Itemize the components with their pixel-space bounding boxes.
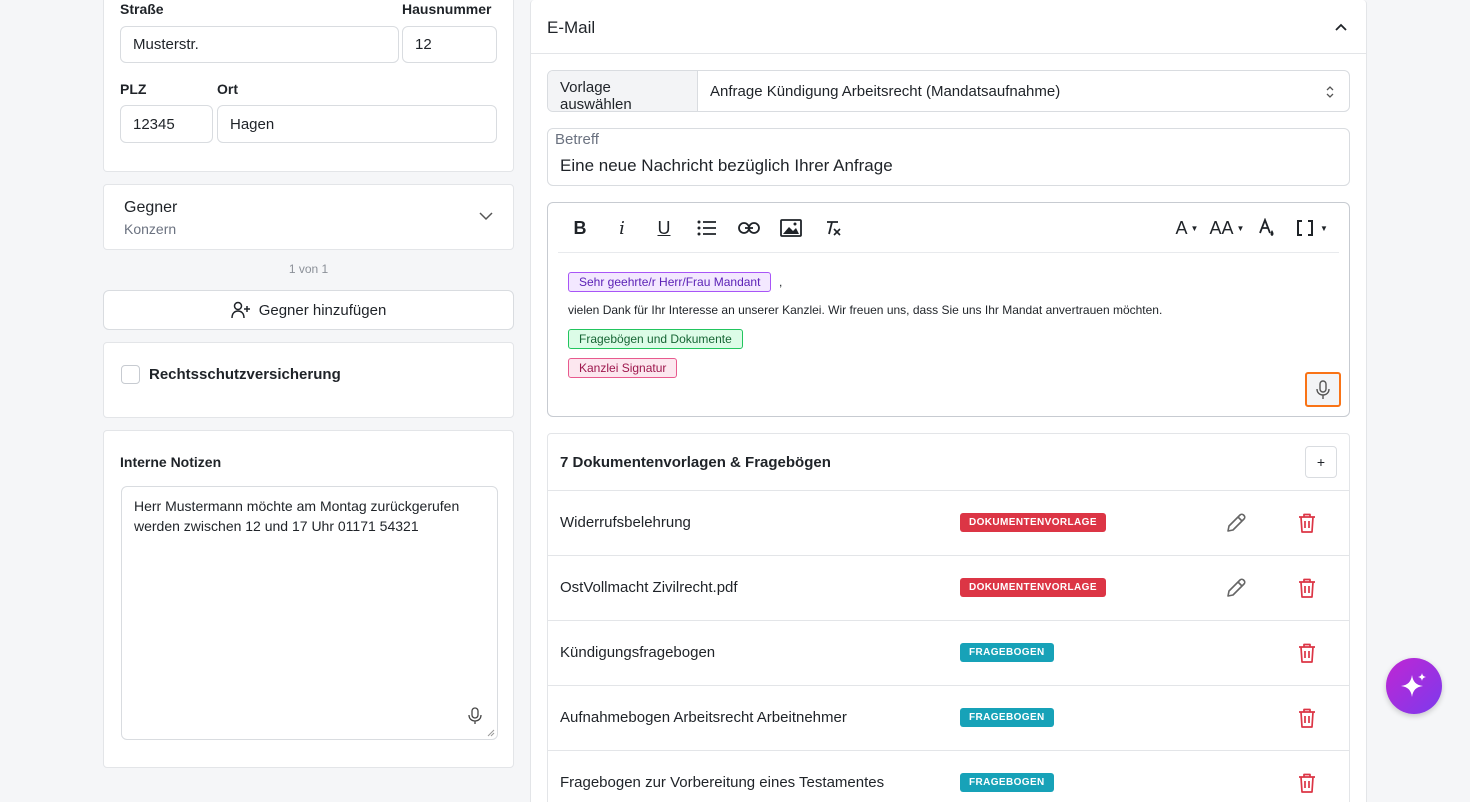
documents-title: 7 Dokumentenvorlagen & Fragebögen: [560, 454, 831, 471]
pencil-icon[interactable]: [1225, 577, 1247, 599]
salutation-comma: ,: [779, 275, 783, 289]
rich-text-editor[interactable]: B i U A ▼ AA ▼ ▼ Sehr geehrte/r Herr/Fra…: [547, 202, 1350, 417]
document-type-badge: DOKUMENTENVORLAGE: [960, 578, 1106, 597]
trash-icon[interactable]: [1297, 707, 1317, 729]
documents-placeholder-chip[interactable]: Fragebögen und Dokumente: [568, 329, 743, 349]
bold-button[interactable]: B: [568, 217, 592, 239]
caret-down-icon: ▼: [1190, 223, 1199, 233]
legal-insurance-checkbox[interactable]: [121, 365, 140, 384]
image-icon: [780, 219, 802, 237]
document-name[interactable]: Kündigungsfragebogen: [560, 644, 715, 661]
document-row: Aufnahmebogen Arbeitsrecht Arbeitnehmer F…: [548, 686, 1349, 751]
add-document-button[interactable]: +: [1305, 446, 1337, 478]
resize-handle-icon[interactable]: [487, 729, 495, 737]
document-row: Widerrufsbelehrung DOKUMENTENVORLAGE: [548, 491, 1349, 556]
microphone-icon[interactable]: [467, 707, 483, 725]
document-type-badge: FRAGEBOGEN: [960, 643, 1054, 662]
underline-button[interactable]: U: [652, 217, 676, 239]
microphone-icon: [1316, 379, 1330, 399]
text-color-drop-icon: [1259, 218, 1274, 236]
street-label: Straße: [120, 1, 164, 17]
document-row: Fragebogen zur Vorbereitung eines Testam…: [548, 751, 1349, 802]
opponent-accordion[interactable]: Gegner Konzern: [103, 184, 514, 250]
chevron-down-icon[interactable]: [479, 209, 493, 223]
signature-placeholder-chip[interactable]: Kanzlei Signatur: [568, 358, 678, 378]
pencil-icon[interactable]: [1225, 512, 1247, 534]
document-row: OstVollmacht Zivilrecht.pdf DOKUMENTENVOR…: [548, 556, 1349, 621]
address-card: Straße Hausnummer Musterstr. 12 PLZ Ort …: [103, 0, 514, 172]
opponent-type: Konzern: [124, 221, 177, 237]
template-select-group: Vorlage auswählen Anfrage Kündigung Arbe…: [547, 70, 1350, 112]
font-color-label: A: [1175, 217, 1188, 238]
select-arrows-icon: [1326, 86, 1334, 98]
font-color-button[interactable]: A ▼: [1172, 217, 1202, 239]
email-title: E-Mail: [547, 18, 596, 37]
opponent-title: Gegner: [124, 199, 178, 216]
document-name[interactable]: OstVollmacht Zivilrecht.pdf: [560, 579, 738, 596]
legal-insurance-card: Rechtsschutzversicherung: [103, 342, 514, 418]
internal-notes-textarea[interactable]: Herr Mustermann möchte am Montag zurückg…: [121, 486, 498, 740]
font-size-button[interactable]: AA ▼: [1209, 217, 1245, 239]
document-row: Kündigungsfragebogen FRAGEBOGEN: [548, 621, 1349, 686]
template-select-label: Vorlage auswählen: [548, 71, 698, 111]
document-type-badge: FRAGEBOGEN: [960, 708, 1054, 727]
document-name[interactable]: Fragebogen zur Vorbereitung eines Testam…: [560, 774, 884, 791]
trash-icon[interactable]: [1297, 512, 1317, 534]
house-number-input[interactable]: 12: [402, 26, 497, 63]
link-icon: [738, 222, 760, 234]
zip-input[interactable]: 12345: [120, 105, 213, 143]
subject-input[interactable]: Betreff Eine neue Nachricht bezüglich Ih…: [547, 128, 1350, 186]
link-button[interactable]: [737, 217, 761, 239]
dictation-button[interactable]: [1305, 372, 1341, 407]
internal-notes-label: Interne Notizen: [120, 454, 222, 470]
zip-label: PLZ: [120, 81, 147, 97]
editor-toolbar: B i U A ▼ AA ▼ ▼: [558, 203, 1339, 253]
internal-notes-text: Herr Mustermann möchte am Montag zurückg…: [134, 498, 460, 534]
document-name[interactable]: Widerrufsbelehrung: [560, 514, 691, 531]
image-button[interactable]: [779, 217, 803, 239]
salutation-placeholder-chip[interactable]: Sehr geehrte/r Herr/Frau Mandant: [568, 272, 772, 292]
chevron-up-icon[interactable]: [1334, 20, 1348, 34]
add-opponent-button[interactable]: Gegner hinzufügen: [103, 290, 514, 330]
internal-notes-card: Interne Notizen Herr Mustermann möchte a…: [103, 430, 514, 768]
text-color-button[interactable]: [1255, 217, 1279, 239]
list-icon: [697, 220, 716, 236]
trash-icon[interactable]: [1297, 577, 1317, 599]
city-input[interactable]: Hagen: [217, 105, 497, 143]
clear-format-button[interactable]: [821, 217, 845, 239]
bullet-list-button[interactable]: [695, 217, 719, 239]
template-select[interactable]: Anfrage Kündigung Arbeitsrecht (Mandatsa…: [698, 71, 1349, 111]
caret-down-icon: ▼: [1320, 223, 1328, 233]
divider: [531, 53, 1366, 54]
subject-value: Eine neue Nachricht bezüglich Ihrer Anfr…: [560, 156, 893, 175]
house-number-label: Hausnummer: [402, 1, 492, 17]
documents-list: 7 Dokumentenvorlagen & Fragebögen + Wide…: [547, 433, 1350, 802]
template-select-value: Anfrage Kündigung Arbeitsrecht (Mandatsa…: [710, 83, 1061, 100]
trash-icon[interactable]: [1297, 642, 1317, 664]
documents-header: 7 Dokumentenvorlagen & Fragebögen +: [548, 434, 1349, 491]
user-plus-icon: [230, 301, 250, 319]
document-type-badge: DOKUMENTENVORLAGE: [960, 513, 1106, 532]
subject-label: Betreff: [555, 131, 599, 148]
legal-insurance-label: Rechtsschutzversicherung: [149, 366, 341, 383]
ai-assistant-button[interactable]: [1386, 658, 1442, 714]
document-name[interactable]: Aufnahmebogen Arbeitsrecht Arbeitnehmer: [560, 709, 847, 726]
editor-body-text: vielen Dank für Ihr Interesse an unserer…: [568, 303, 1163, 317]
document-type-badge: FRAGEBOGEN: [960, 773, 1054, 792]
clear-format-icon: [827, 221, 841, 236]
font-size-label: AA: [1209, 217, 1234, 238]
brackets-icon: [1297, 220, 1314, 236]
street-input[interactable]: Musterstr.: [120, 26, 399, 63]
italic-button[interactable]: i: [610, 217, 634, 239]
caret-down-icon: ▼: [1236, 223, 1245, 233]
opponent-pager: 1 von 1: [288, 262, 329, 276]
trash-icon[interactable]: [1297, 772, 1317, 794]
sparkle-icon: [1401, 673, 1426, 697]
placeholder-button[interactable]: ▼: [1295, 217, 1329, 239]
city-label: Ort: [217, 81, 238, 97]
email-card: E-Mail Vorlage auswählen Anfrage Kündigu…: [530, 0, 1367, 802]
add-opponent-label: Gegner hinzufügen: [258, 301, 387, 319]
